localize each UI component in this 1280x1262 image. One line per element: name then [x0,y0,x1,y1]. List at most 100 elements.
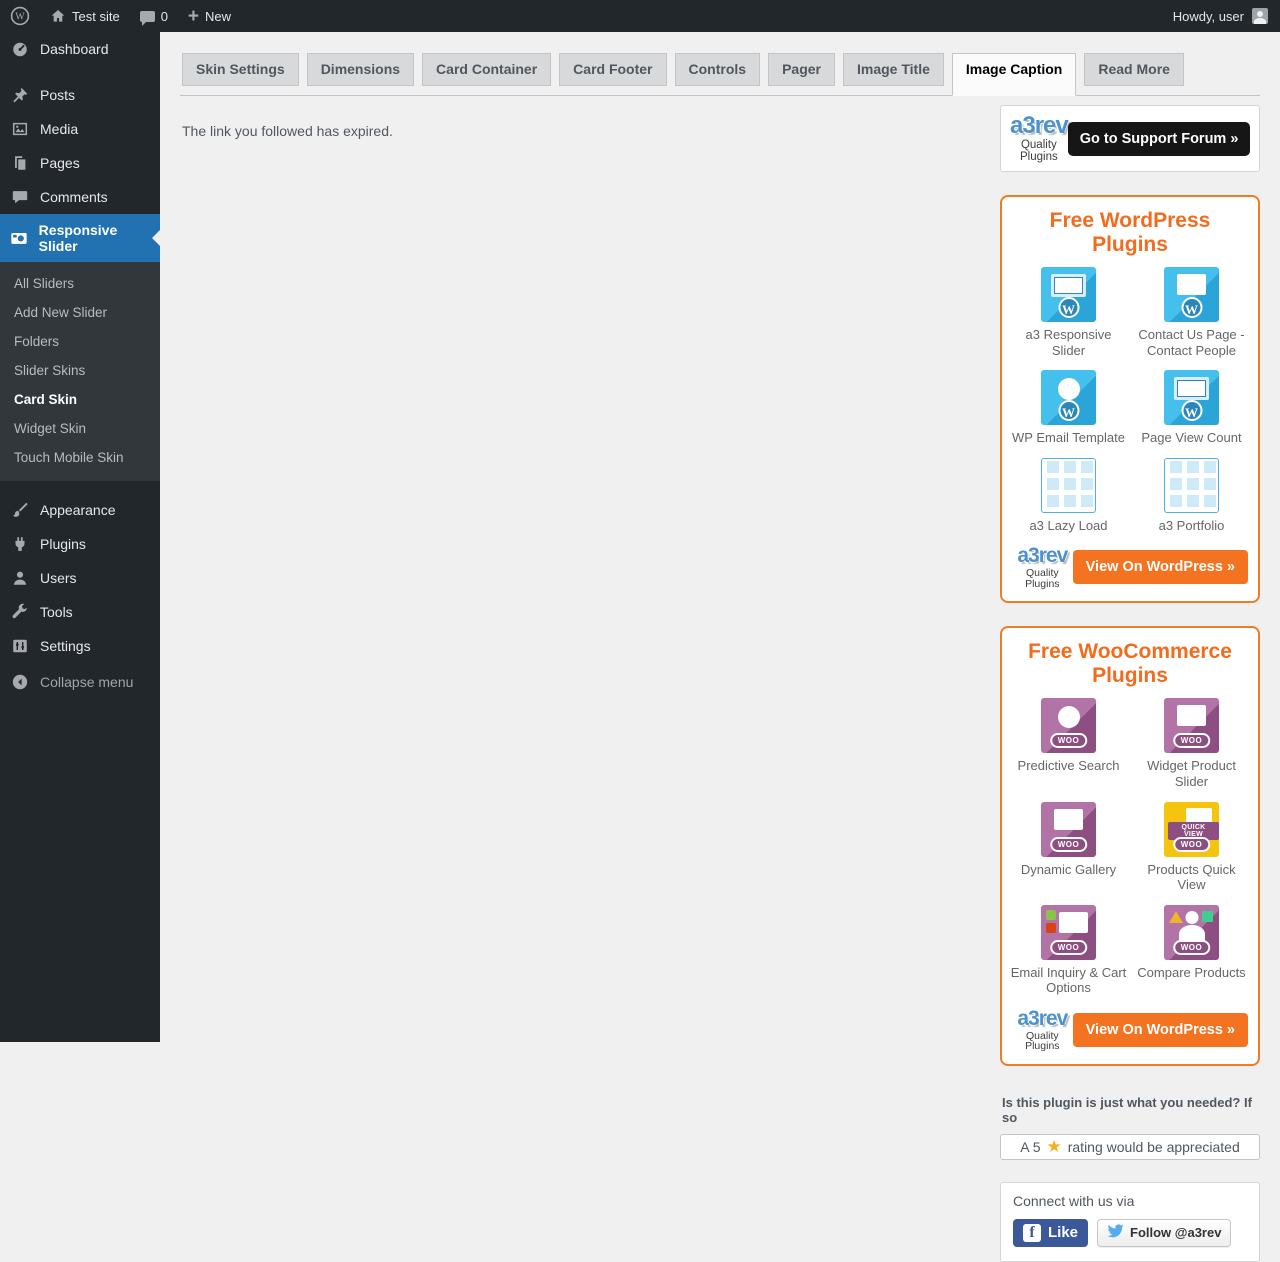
page-view-count-plugin-icon: W [1164,370,1219,426]
plugin-compare-products[interactable]: WOO Compare Products [1133,904,1250,996]
sidebar-item-users[interactable]: Users [0,561,160,595]
rating-link[interactable]: A 5 ★ rating would be appreciated [1000,1133,1260,1160]
main-content: Skin Settings Dimensions Card Container … [160,32,1280,1262]
wordpress-logo-menu[interactable]: W [0,0,40,32]
submenu-item-touch-mobile-skin[interactable]: Touch Mobile Skin [0,443,160,472]
new-label: New [205,8,232,24]
plugin-label: Dynamic Gallery [1020,861,1117,877]
sidebar-item-media[interactable]: Media [0,112,160,146]
sidebar-item-responsive-slider[interactable]: Responsive Slider [0,214,160,262]
compare-products-plugin-icon: WOO [1164,904,1219,960]
a3rev-logo-subtitle: Quality Plugins [1020,139,1058,163]
a3rev-logo-text: a3rev [1017,544,1068,568]
pages-icon [10,154,30,172]
sidebar-item-posts[interactable]: Posts [0,78,160,112]
view-on-wordpress-button[interactable]: View On WordPress » [1072,550,1248,585]
products-quick-view-plugin-icon: QUICK VIEW WOO [1164,801,1219,857]
submenu-item-card-skin[interactable]: Card Skin [0,385,160,414]
rating-prompt: Is this plugin is just what you needed? … [1002,1094,1252,1125]
rating-text-before: A 5 [1020,1138,1041,1155]
twitter-follow-button[interactable]: Follow @a3rev [1097,1218,1232,1247]
portfolio-plugin-icon [1164,457,1219,513]
plugin-widget-product-slider[interactable]: WOO Widget Product Slider [1133,698,1250,789]
go-to-support-forum-button[interactable]: Go to Support Forum » [1067,121,1251,156]
users-icon [10,569,30,587]
facebook-icon: f [1023,1223,1041,1242]
plugin-predictive-search[interactable]: WOO Predictive Search [1010,698,1127,789]
submenu-item-add-new-slider[interactable]: Add New Slider [0,298,160,327]
twitter-bird-icon [1107,1224,1124,1242]
tab-pager[interactable]: Pager [768,53,835,86]
star-icon: ★ [1046,1137,1062,1157]
submenu-item-slider-skins[interactable]: Slider Skins [0,356,160,385]
woo-plugins-grid: WOO Predictive Search WOO Widget Product… [1010,698,1250,996]
tab-card-container[interactable]: Card Container [422,53,552,86]
plugin-label: Compare Products [1137,964,1246,980]
a3rev-logo: a3rev Quality Plugins [1012,545,1073,589]
tab-read-more[interactable]: Read More [1084,53,1184,86]
posts-icon [10,86,30,104]
user-avatar[interactable] [1252,8,1268,24]
sidebar-item-pages[interactable]: Pages [0,146,160,180]
menu-separator [0,481,160,493]
sidebar-item-settings[interactable]: Settings [0,629,160,663]
tab-skin-settings[interactable]: Skin Settings [182,53,299,86]
tab-controls[interactable]: Controls [674,53,761,86]
plugin-contact-us-page[interactable]: W Contact Us Page - Contact People [1133,267,1250,358]
tools-icon [10,603,30,621]
sidebar-item-dashboard[interactable]: Dashboard [0,32,160,66]
submenu-item-widget-skin[interactable]: Widget Skin [0,414,160,443]
sidebar-item-label: Settings [40,638,91,654]
plugin-dynamic-gallery[interactable]: WOO Dynamic Gallery [1010,801,1127,893]
sidebar-item-comments[interactable]: Comments [0,180,160,214]
sidebar-item-label: Posts [40,87,76,103]
appearance-icon [10,501,30,519]
facebook-like-button[interactable]: f Like [1013,1218,1089,1247]
plugin-a3-lazy-load[interactable]: a3 Lazy Load [1010,457,1127,534]
a3rev-logo-text: a3rev [1017,1006,1068,1030]
new-content-menu[interactable]: + New [178,0,241,32]
submenu-item-all-sliders[interactable]: All Sliders [0,269,160,298]
tab-dimensions[interactable]: Dimensions [306,53,415,86]
howdy-user-link[interactable]: Howdy, user [1173,9,1244,24]
responsive-slider-plugin-icon: W [1041,267,1096,322]
plugin-products-quick-view[interactable]: QUICK VIEW WOO Products Quick View [1133,801,1250,893]
plugin-page-view-count[interactable]: W Page View Count [1133,370,1250,446]
twitter-follow-label: Follow @a3rev [1130,1225,1222,1241]
rating-section: Is this plugin is just what you needed? … [1000,1095,1260,1160]
plugin-email-inquiry-cart-options[interactable]: WOO Email Inquiry & Cart Options [1010,904,1127,996]
camera-icon [10,229,29,247]
plugin-a3-portfolio[interactable]: a3 Portfolio [1133,457,1250,534]
sidebar-item-appearance[interactable]: Appearance [0,493,160,527]
sidebar-item-label: Appearance [40,502,116,518]
responsive-slider-submenu: All Sliders Add New Slider Folders Slide… [0,262,160,481]
tab-card-footer[interactable]: Card Footer [559,53,667,86]
site-name-label: Test site [72,8,120,24]
a3rev-logo: a3rev Quality Plugins [1012,1008,1073,1052]
plugin-label: Page View Count [1141,430,1242,446]
plugin-a3-responsive-slider[interactable]: W a3 Responsive Slider [1010,267,1127,358]
tab-image-title[interactable]: Image Title [843,53,944,86]
sidebar-item-label: Comments [40,189,108,205]
sidebar-item-collapse-menu[interactable]: Collapse menu [0,665,160,699]
submenu-item-folders[interactable]: Folders [0,327,160,356]
menu-separator [0,66,160,78]
plugin-label: Contact Us Page - Contact People [1138,327,1245,358]
tab-image-caption[interactable]: Image Caption [951,53,1077,96]
site-name-link[interactable]: Test site [40,0,130,32]
connect-section: Connect with us via f Like Follow @a3rev [1000,1181,1260,1262]
woo-plugins-title: Free WooCommerce Plugins [1028,640,1232,688]
sidebar-item-plugins[interactable]: Plugins [0,527,160,561]
sidebar-item-tools[interactable]: Tools [0,595,160,629]
widget-product-slider-plugin-icon: WOO [1164,698,1219,754]
sidebar-item-label: Tools [40,604,73,620]
comments-counter[interactable]: 0 [130,0,178,32]
dashboard-icon [10,40,30,58]
sidebar-item-label: Responsive Slider [38,222,118,254]
promo-sidebar: a3rev Quality Plugins Go to Support Foru… [1000,105,1260,1262]
skin-settings-tabbar: Skin Settings Dimensions Card Container … [180,53,1260,96]
rating-text-after: rating would be appreciated [1067,1138,1240,1155]
plugin-wp-email-template[interactable]: W WP Email Template [1010,370,1127,446]
sidebar-item-label: Collapse menu [40,674,134,690]
plugin-label: Predictive Search [1017,758,1120,774]
